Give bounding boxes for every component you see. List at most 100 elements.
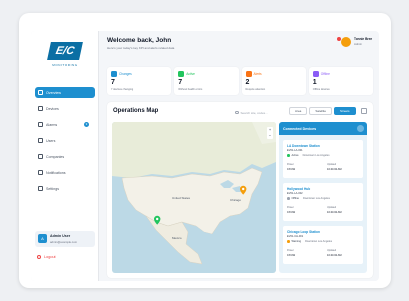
logout-button[interactable]: Logout xyxy=(37,255,56,259)
stat-label: Alerts xyxy=(253,71,262,76)
device-field-label: Power xyxy=(287,249,294,252)
stat-label: Offline xyxy=(320,71,330,76)
map-canvas xyxy=(112,122,276,265)
bolt-icon xyxy=(111,71,117,77)
filter-satellite[interactable]: Satellite xyxy=(309,107,333,115)
connected-devices-panel: Connected Devices LA Downtown Station EV… xyxy=(279,122,367,273)
device-card[interactable]: LA Downtown Station EV01-LA-001 Active D… xyxy=(283,140,363,178)
status-dot-icon xyxy=(287,154,290,157)
building-icon xyxy=(38,154,43,159)
stat-sub: Offline devices xyxy=(312,88,330,91)
header-user-name: Tonnie Bree xyxy=(354,37,373,41)
device-field-value: 10:44:02 AM xyxy=(327,168,342,171)
logout-label: Logout xyxy=(44,255,56,259)
stat-value: 7 xyxy=(111,79,115,86)
operations-map[interactable]: United States Chicago Mexico + − xyxy=(112,122,276,273)
stat-card-active[interactable]: Active 7 Without health errors xyxy=(174,67,239,95)
check-icon xyxy=(178,71,185,77)
user-card-email: admin@example.com xyxy=(50,240,78,244)
stat-sub: 7 devices changing xyxy=(111,88,134,91)
status-dot-icon xyxy=(287,240,290,243)
sidebar-user-card[interactable]: A Admin User admin@example.com xyxy=(35,231,95,247)
device-location: Downtown Los Angeles xyxy=(305,240,333,243)
status-dot-icon xyxy=(287,197,290,200)
map-zoom-controls[interactable]: + − xyxy=(267,127,273,139)
device-id: EV01-LA-001 xyxy=(287,149,303,152)
gear-icon xyxy=(38,186,43,191)
layout-toggle-icon[interactable] xyxy=(360,108,367,114)
sidebar-item-overview[interactable]: Overview xyxy=(35,87,95,98)
sidebar-item-label: Users xyxy=(46,138,56,143)
stat-sub: Without health errors xyxy=(178,88,203,91)
device-field-label: Power xyxy=(287,206,294,209)
stat-value: 1 xyxy=(312,79,317,86)
warning-icon xyxy=(38,122,43,127)
sidebar-item-companies[interactable]: Companies xyxy=(35,151,95,162)
device-field-label: Updated xyxy=(327,249,337,252)
page-subtitle: Here's your today's key KPI and alerts r… xyxy=(107,46,175,50)
power-icon xyxy=(37,255,41,259)
device-status-text: Warning xyxy=(291,240,302,243)
brand-logo[interactable]: E/C xyxy=(47,42,83,60)
operations-panel: Operations Map Search site, codes... Are… xyxy=(107,102,373,278)
app-screen: E/C MONITORING Overview Devices Alarms 3 xyxy=(31,31,379,281)
sidebar: E/C MONITORING Overview Devices Alarms 3 xyxy=(31,31,99,281)
sidebar-item-alarms[interactable]: Alarms 3 xyxy=(35,119,95,130)
device-name: LA Downtown Station xyxy=(287,144,320,148)
search-input[interactable]: Search site, codes... xyxy=(235,109,283,116)
user-card-name: Admin User xyxy=(50,234,71,238)
device-id: EV01-LA-002 xyxy=(287,192,303,195)
bell-icon xyxy=(38,170,43,175)
map-view-filters: Area Satellite Streets xyxy=(289,107,367,115)
header-user-menu[interactable]: Tonnie Bree Admin xyxy=(335,35,377,49)
brand-logo-subtitle: MONITORING xyxy=(52,63,78,67)
avatar: A xyxy=(38,234,47,243)
stat-cards: Changes 7 7 devices changing Active 7 Wi… xyxy=(107,67,373,95)
map-label-city-2: Mexico xyxy=(172,236,182,240)
device-field-value: 10:44:02 AM xyxy=(327,211,342,214)
stat-value: 2 xyxy=(245,79,250,86)
device-status-text: Offline xyxy=(291,197,299,200)
stat-sub: Require attention xyxy=(245,88,266,91)
stat-card-alerts[interactable]: Alerts 2 Require attention xyxy=(241,67,306,95)
sidebar-item-notifications[interactable]: Notifications xyxy=(35,167,95,178)
connected-devices-title: Connected Devices xyxy=(283,126,317,131)
filter-streets[interactable]: Streets xyxy=(334,107,356,115)
connected-devices-header: Connected Devices xyxy=(279,122,367,135)
device-card[interactable]: Chicago Loop Station EV01-CH-001 Warning… xyxy=(283,226,363,264)
header-user-role: Admin xyxy=(354,42,362,46)
filter-area[interactable]: Area xyxy=(289,107,308,115)
sidebar-item-label: Overview xyxy=(46,90,61,95)
users-icon xyxy=(38,138,43,143)
sidebar-item-users[interactable]: Users xyxy=(35,135,95,146)
device-status: Active Downtown Los Angeles xyxy=(287,154,330,157)
sidebar-item-label: Notifications xyxy=(46,170,66,175)
map-label-city-1: Chicago xyxy=(230,198,242,202)
alert-icon xyxy=(245,71,252,77)
device-id: EV01-CH-001 xyxy=(287,235,304,238)
device-field-value: 0.8 kW xyxy=(287,254,296,257)
device-status: Warning Downtown Los Angeles xyxy=(287,240,332,243)
device-status-text: Active xyxy=(291,154,299,157)
sidebar-nav: Overview Devices Alarms 3 Users Companie… xyxy=(35,87,95,199)
search-placeholder: Search site, codes... xyxy=(240,110,268,115)
sidebar-item-label: Alarms xyxy=(46,122,58,127)
device-status: Offline Downtown Los Angeles xyxy=(287,197,330,200)
device-field-label: Power xyxy=(287,163,294,166)
alarm-count-badge: 3 xyxy=(84,122,89,127)
plug-icon xyxy=(38,106,43,111)
stat-card-offline[interactable]: Offline 1 Offline devices xyxy=(308,67,373,95)
sidebar-item-settings[interactable]: Settings xyxy=(35,183,95,194)
sidebar-item-label: Settings xyxy=(46,186,59,191)
sidebar-item-label: Devices xyxy=(46,106,59,111)
device-location: Downtown Los Angeles xyxy=(302,154,330,157)
device-name: Hollywood Hub xyxy=(287,187,311,191)
offline-icon xyxy=(312,71,319,77)
sidebar-item-label: Companies xyxy=(46,154,65,159)
sidebar-item-devices[interactable]: Devices xyxy=(35,103,95,114)
stat-card-changes[interactable]: Changes 7 7 devices changing xyxy=(107,67,172,95)
device-field-label: Updated xyxy=(327,206,337,209)
device-card[interactable]: Hollywood Hub EV01-LA-002 Offline Downto… xyxy=(283,183,363,221)
search-icon xyxy=(235,110,239,115)
close-icon[interactable] xyxy=(357,125,364,132)
